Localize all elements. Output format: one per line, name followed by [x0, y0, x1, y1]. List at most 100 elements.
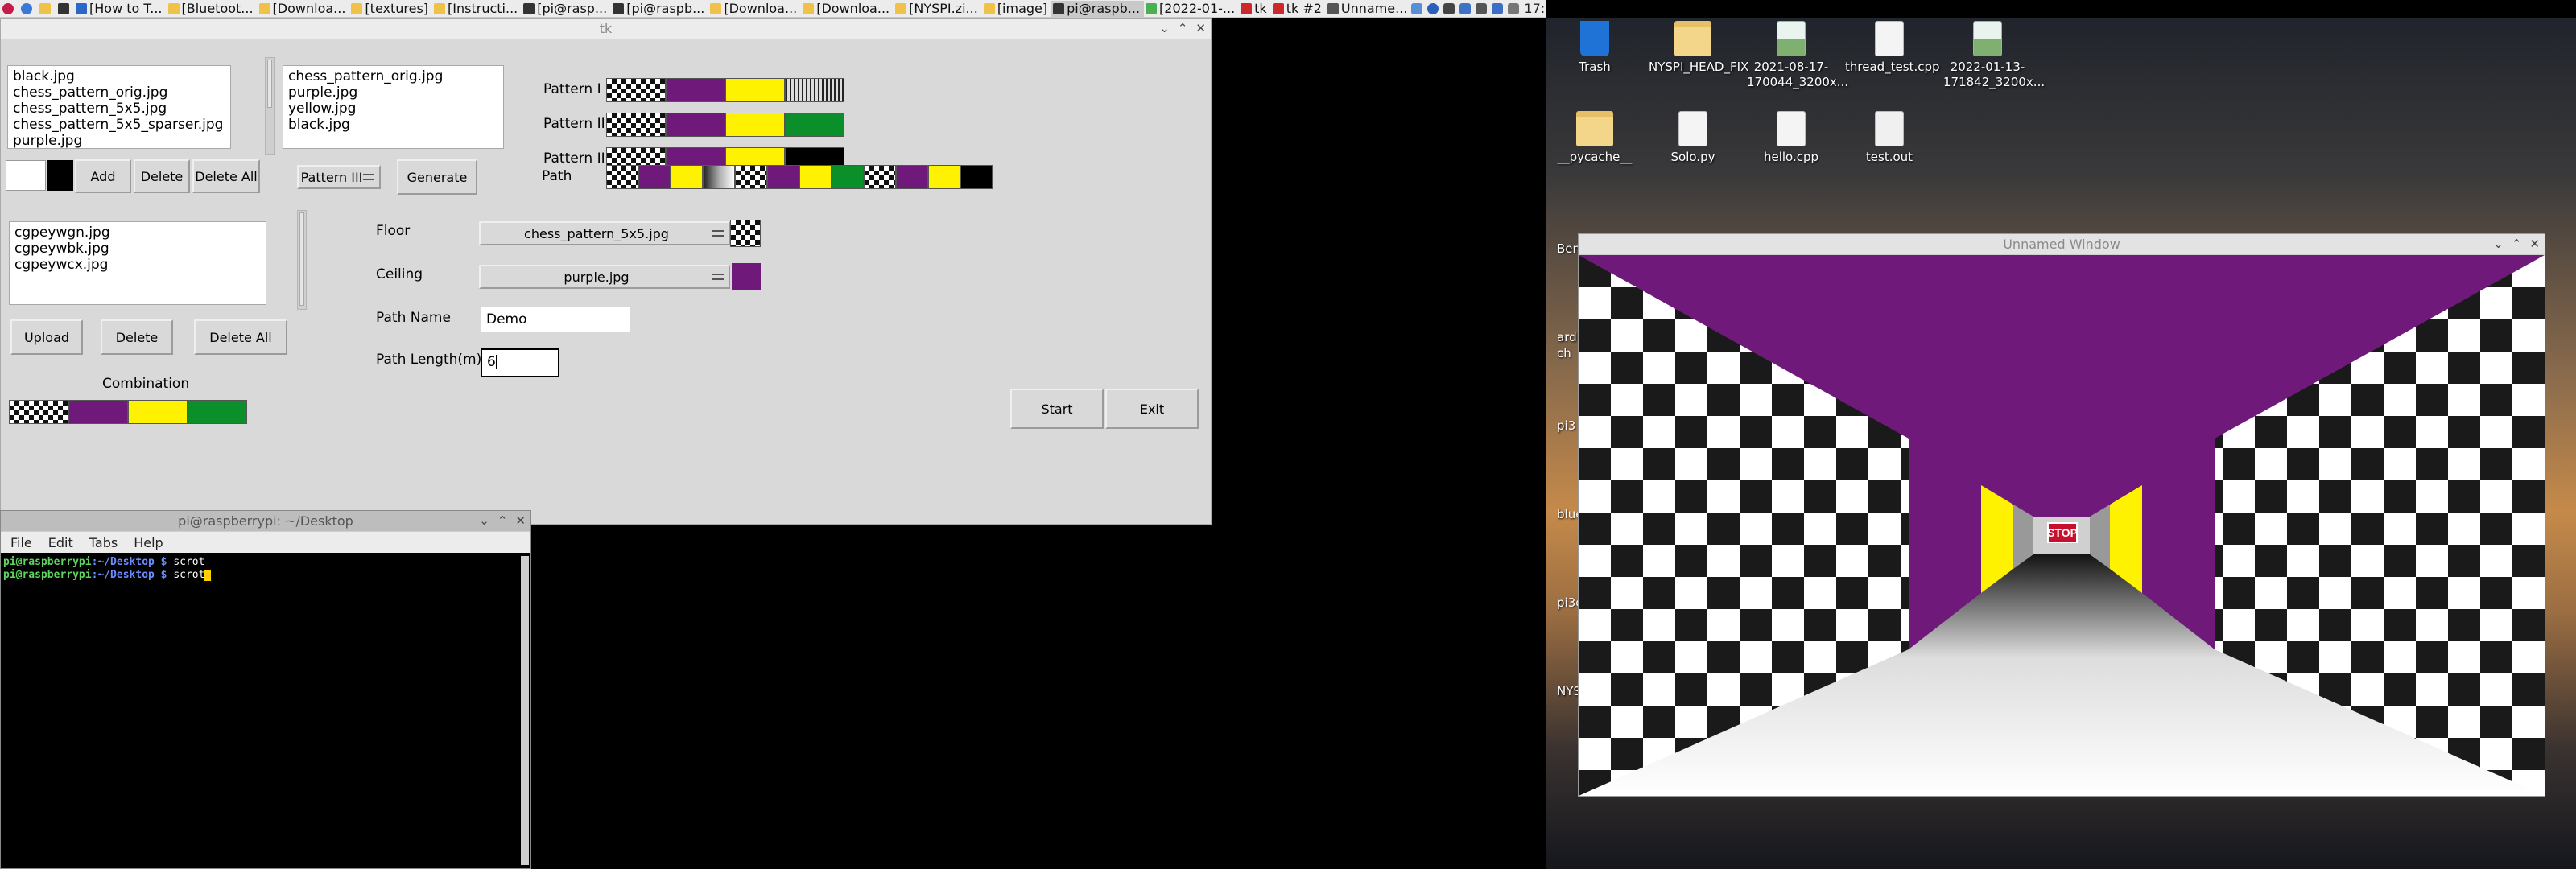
arrows-icon[interactable] — [1443, 2, 1455, 14]
terminal-output[interactable]: pi@raspberrypi:~/Desktop $ scrot pi@raspb… — [1, 553, 516, 849]
terminal-titlebar[interactable]: pi@raspberrypi: ~/Desktop ⌄ ⌃ ✕ — [1, 511, 530, 532]
close-icon[interactable]: ✕ — [2529, 237, 2540, 251]
selected-listbox[interactable]: chess_pattern_orig.jpg purple.jpg yellow.j… — [283, 65, 504, 149]
pattern-label: Pattern III — [543, 150, 609, 167]
delete-combination-button[interactable]: Delete — [101, 319, 173, 355]
ceiling-select[interactable]: purple.jpg — [479, 265, 730, 289]
minimize-icon[interactable]: ⌄ — [2493, 237, 2504, 251]
browser-icon[interactable] — [19, 1, 37, 17]
taskbar-task[interactable]: [textures] — [349, 1, 432, 17]
task-icon — [523, 2, 535, 14]
list-item[interactable]: black.jpg — [13, 68, 225, 84]
list-item[interactable]: black.jpg — [288, 117, 498, 133]
desktop-icon[interactable]: __pycache__ — [1550, 111, 1639, 165]
taskbar-task[interactable]: [image] — [982, 1, 1051, 17]
scroll-thumb[interactable] — [299, 212, 304, 306]
corridor-title: Unnamed Window — [2003, 237, 2120, 252]
taskbar-task[interactable]: [Downloa... — [258, 1, 350, 17]
desktop-icon[interactable]: Solo.py — [1649, 111, 1737, 165]
exit-button[interactable]: Exit — [1105, 389, 1199, 429]
close-icon[interactable]: ✕ — [515, 513, 526, 528]
minimize-icon[interactable]: ⌄ — [479, 513, 489, 528]
maximize-icon[interactable]: ⌃ — [497, 513, 508, 528]
taskbar-task[interactable]: tk — [1239, 1, 1271, 17]
list-item[interactable]: chess_pattern_orig.jpg — [288, 68, 498, 84]
terminal-menu-item[interactable]: Edit — [48, 535, 73, 550]
list-item[interactable]: yellow.jpg — [288, 101, 498, 117]
tk-titlebar[interactable]: tk ⌄ ⌃ ✕ — [1, 19, 1211, 39]
desktop-icon[interactable]: thread_test.cpp — [1845, 21, 1940, 75]
bluetooth-tray-icon[interactable] — [1459, 2, 1472, 14]
taskbar-task[interactable]: [pi@rasp... — [522, 1, 611, 17]
taskbar-task[interactable]: [2022-01-... — [1144, 1, 1239, 17]
desktop-icon[interactable]: hello.cpp — [1747, 111, 1835, 165]
taskbar-task[interactable]: [How to T... — [74, 1, 167, 17]
volume-icon[interactable] — [1476, 2, 1488, 14]
img-icon — [1973, 21, 2002, 56]
list-item[interactable]: cgpeywbk.jpg — [14, 241, 261, 257]
list-item[interactable]: cgpeywcx.jpg — [14, 257, 261, 273]
desktop-icon-label: 2022-01-13-171842_3200x... — [1943, 60, 2046, 89]
delete-all-combination-button[interactable]: Delete All — [194, 319, 287, 355]
vnc-icon[interactable] — [1411, 2, 1423, 14]
corridor-window: Unnamed Window ⌄ ⌃ ✕ STOP — [1578, 233, 2545, 797]
texture-listbox[interactable]: black.jpg chess_pattern_orig.jpg chess_pat… — [7, 65, 231, 149]
list-item[interactable]: chess_pattern_orig.jpg — [13, 84, 225, 101]
terminal-menu-item[interactable]: Tabs — [89, 535, 118, 550]
desktop-icon[interactable]: 2022-01-13-171842_3200x... — [1943, 21, 2046, 90]
combination-scrollbar[interactable] — [297, 210, 307, 310]
maximize-icon[interactable]: ⌃ — [2512, 237, 2522, 251]
start-button[interactable]: Start — [1010, 389, 1104, 429]
list-item[interactable]: cgpeywgn.jpg — [14, 224, 261, 241]
task-label: [Downloa... — [272, 1, 346, 16]
scroll-thumb[interactable] — [267, 60, 272, 108]
file-manager-icon[interactable] — [37, 1, 56, 17]
list-item[interactable]: chess_pattern_5x5_sparser.jpg — [13, 117, 225, 133]
taskbar-task[interactable]: [Instructi... — [432, 1, 522, 17]
taskbar-task[interactable]: pi@raspb... — [1051, 0, 1145, 17]
speaker-icon[interactable] — [1508, 2, 1520, 14]
corridor-3d-view[interactable]: STOP — [1579, 255, 2545, 796]
raspberry-menu-icon[interactable] — [0, 1, 19, 17]
maximize-icon[interactable]: ⌃ — [1178, 21, 1188, 35]
desktop-icon[interactable]: NYSPI_HEAD_FIX — [1649, 21, 1748, 75]
delete-all-button[interactable]: Delete All — [192, 159, 260, 193]
add-button[interactable]: Add — [75, 159, 131, 193]
pattern-select[interactable]: Pattern III — [297, 165, 381, 189]
clock[interactable]: 17:21 — [1524, 1, 1546, 16]
taskbar-task[interactable]: [pi@raspb... — [611, 1, 708, 17]
taskbar-task[interactable]: [Bluetoot... — [167, 1, 258, 17]
taskbar-task[interactable]: Unname... — [1326, 1, 1411, 17]
generate-button[interactable]: Generate — [397, 159, 477, 195]
texture-scrollbar[interactable] — [265, 57, 275, 155]
close-icon[interactable]: ✕ — [1195, 21, 1206, 35]
wifi-icon[interactable] — [1492, 2, 1504, 14]
task-label: [image] — [997, 1, 1048, 16]
folder-icon — [1576, 111, 1613, 146]
terminal-icon[interactable] — [56, 1, 74, 17]
taskbar-task[interactable]: tk #2 — [1271, 1, 1326, 17]
desktop-icon[interactable]: Trash — [1550, 21, 1639, 75]
path-name-input[interactable]: Demo — [481, 307, 630, 332]
prompt-path: :~/Desktop $ — [91, 556, 167, 568]
floor-select[interactable]: chess_pattern_5x5.jpg — [479, 221, 730, 245]
delete-button[interactable]: Delete — [134, 159, 190, 193]
terminal-scrollbar[interactable] — [521, 556, 529, 865]
taskbar-task[interactable]: [Downloa... — [708, 1, 801, 17]
upload-button[interactable]: Upload — [10, 319, 83, 355]
combination-listbox[interactable]: cgpeywgn.jpg cgpeywbk.jpg cgpeywcx.jpg — [9, 221, 266, 305]
list-item[interactable]: chess_pattern_5x5.jpg — [13, 101, 225, 117]
terminal-menu-item[interactable]: Help — [134, 535, 163, 550]
taskbar-task[interactable]: [Downloa... — [801, 1, 894, 17]
corridor-titlebar[interactable]: Unnamed Window ⌄ ⌃ ✕ — [1579, 234, 2545, 255]
path-length-input[interactable]: 6 — [481, 348, 559, 377]
desktop-icon[interactable]: test.out — [1845, 111, 1934, 165]
terminal-menu-item[interactable]: File — [10, 535, 32, 550]
list-item[interactable]: purple.jpg — [288, 84, 498, 101]
list-item[interactable]: purple.jpg — [13, 133, 225, 149]
taskbar-task[interactable]: [NYSPI.zi... — [894, 1, 982, 17]
desktop-icon[interactable]: 2021-08-17-170044_3200x... — [1747, 21, 1848, 90]
minimize-icon[interactable]: ⌄ — [1159, 21, 1170, 35]
task-icon — [710, 2, 722, 14]
bluetooth-icon[interactable] — [1427, 2, 1439, 14]
